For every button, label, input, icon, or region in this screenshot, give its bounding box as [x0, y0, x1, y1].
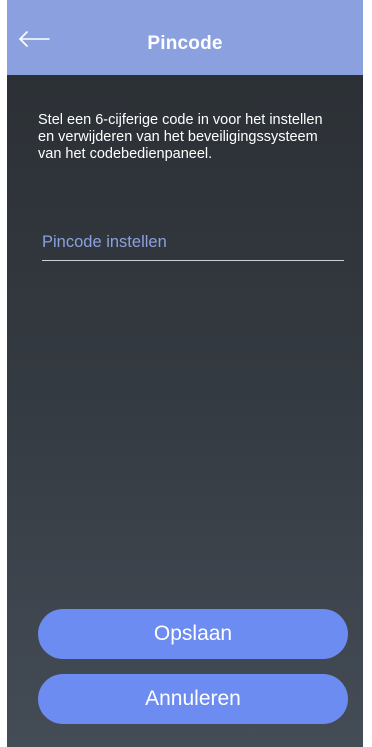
page-title: Pincode [147, 33, 223, 54]
header-bar: Pincode [7, 0, 363, 75]
pincode-screen: Pincode Stel een 6-cijferige code in voo… [7, 0, 363, 747]
right-border [363, 0, 372, 747]
screen: Pincode Stel een 6-cijferige code in voo… [0, 0, 372, 747]
save-button[interactable]: Opslaan [38, 609, 348, 659]
pincode-field [42, 228, 344, 261]
left-border [0, 0, 7, 747]
pincode-input[interactable] [42, 228, 344, 256]
cancel-button[interactable]: Annuleren [38, 674, 348, 724]
instruction-text: Stel een 6-cijferige code in voor het in… [38, 112, 323, 162]
